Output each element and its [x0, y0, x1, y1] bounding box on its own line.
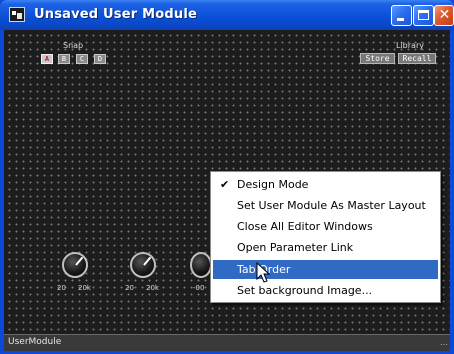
library-store-button[interactable]: Store: [360, 53, 395, 64]
minimize-button[interactable]: [391, 5, 412, 26]
status-text: UserModule: [8, 337, 62, 347]
status-bar: UserModule ...: [4, 334, 450, 351]
frequency-knob[interactable]: [62, 252, 88, 278]
snap-label: Snap: [63, 41, 84, 50]
close-icon: ✕: [438, 7, 451, 23]
check-icon: ✔: [220, 178, 230, 191]
minimize-icon: [397, 18, 404, 21]
menu-item-tab-order[interactable]: Tab Order: [213, 260, 438, 279]
snap-button-c[interactable]: C: [76, 54, 88, 64]
gain-knob[interactable]: [190, 252, 212, 278]
knob-min-label: 20: [125, 284, 134, 292]
window-title: Unsaved User Module: [34, 7, 197, 22]
menu-item-set-master-layout[interactable]: Set User Module As Master Layout: [213, 196, 438, 215]
context-menu: ✔ Design Mode Set User Module As Master …: [210, 171, 441, 303]
menu-item-label: Set User Module As Master Layout: [237, 199, 426, 212]
menu-item-open-parameter-link[interactable]: Open Parameter Link: [213, 238, 438, 257]
menu-item-design-mode[interactable]: ✔ Design Mode: [213, 175, 438, 194]
close-button[interactable]: ✕: [434, 5, 454, 26]
library-label: Library: [396, 41, 424, 50]
frequency-knob[interactable]: [130, 252, 156, 278]
snap-button-d[interactable]: D: [94, 54, 106, 64]
maximize-icon: [418, 10, 429, 20]
user-module-window: Unsaved User Module ✕ Snap A B C D Libra…: [0, 0, 454, 354]
knob-min-label: 20: [57, 284, 66, 292]
snap-button-b[interactable]: B: [58, 54, 70, 64]
library-recall-button[interactable]: Recall: [398, 53, 436, 64]
knob-max-label: 20k: [78, 284, 91, 292]
knob-pointer: [143, 256, 152, 266]
resize-grip[interactable]: ...: [430, 338, 448, 348]
knob-max-label: 20k: [146, 284, 159, 292]
menu-item-close-editors[interactable]: Close All Editor Windows: [213, 217, 438, 236]
menu-item-set-background-image[interactable]: Set background Image...: [213, 281, 438, 300]
app-icon[interactable]: [9, 7, 25, 22]
menu-item-label: Close All Editor Windows: [237, 220, 373, 233]
maximize-button[interactable]: [413, 5, 434, 26]
knob-min-label: -00: [193, 284, 205, 292]
knob-pointer: [75, 256, 84, 266]
arrow-cursor-icon: [256, 262, 271, 283]
menu-item-label: Design Mode: [237, 178, 309, 191]
menu-item-label: Open Parameter Link: [237, 241, 354, 254]
title-bar[interactable]: Unsaved User Module ✕: [0, 0, 454, 30]
snap-button-a[interactable]: A: [41, 54, 53, 64]
